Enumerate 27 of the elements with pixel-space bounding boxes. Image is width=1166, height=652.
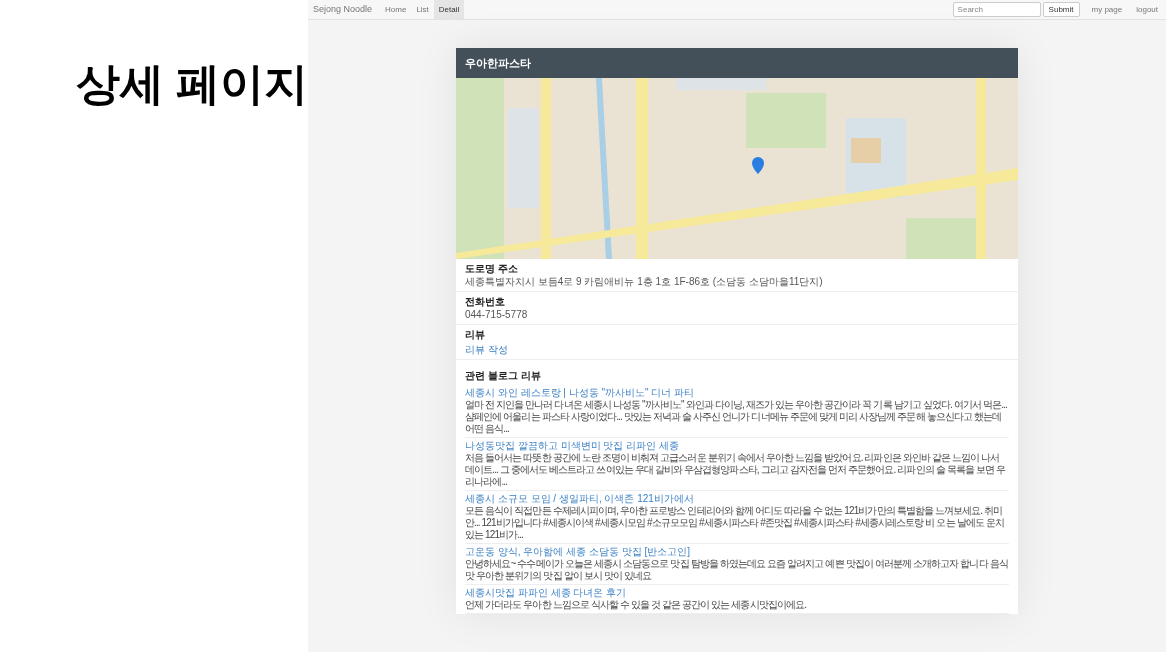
slide-title: 상세 페이지 — [76, 62, 308, 106]
brand-name[interactable]: Sejong Noodle — [313, 2, 373, 17]
submit-button[interactable]: Submit — [1042, 2, 1080, 17]
section-title: 리뷰 — [465, 328, 486, 341]
nav-link[interactable]: logout — [1136, 3, 1158, 16]
blog-review-summary: 모든 음식이 직접만든 수제레시피이며, 우아한 프로방스 인테리어와 함께 어디도 따라올 수 없는 121비가만의 특별함을 느껴보세요. 취미 안... 121비가입니다 #세종시이색 #세종시모임 #소규모모임 #세종시파스타 #존맛집 #세종시파스타 #세종시레스토랑 비 오는 날에도 운치있는 121비가... — [465, 505, 1005, 541]
blog-review-summary: 얼마 전 지인을 만나러 다녀온 세종시 나성동 "까사비노" 와인과 다이닝, 재즈가 있는 우아한 공간이라 꼭 기록 남기고 싶었다. 여기서 먹은... 샴페인에 어울리는 파스타 사랑이었다... 맛있는 저녁과 술 사주신 언니가 디너메뉴 주문에 맞게 미리 사장님께 주문해 놓으신다고 했는데 어떤 음식... — [465, 399, 1008, 435]
blog-review-link[interactable]: 고운동 양식, 우아함에 세종 소담동 맛집 [반소고인] — [465, 546, 1009, 558]
blog-review-summary: 안녕하세요~ 수수메이가 오늘은 세종시 소담동으로 맛집 탐방을 하였는데요 요즘 알려지고 예쁜 맛집이 여러분께 소개하고자 합니다 음식 맛 우아한 분위기의 맛집 알이 보시 맛이 있네요 — [465, 558, 1009, 582]
blog-review-link[interactable]: 세종시맛집 파파인 세종 다녀온 후기 — [465, 587, 1009, 599]
nav-link[interactable]: Home — [380, 0, 412, 19]
blog-review-link[interactable]: 나성동맛집 깔끔하고 미색변미 맛집 리파인 세종 — [465, 440, 1009, 452]
blog-review-link[interactable]: 세종시 와인 레스토랑 | 나성동 "까사비노" 디너 파티 — [465, 387, 1009, 399]
write-review-link[interactable]: 리뷰 작성 — [465, 344, 1009, 356]
nav-link[interactable]: List — [411, 0, 434, 19]
nav-link[interactable]: Detail — [433, 0, 465, 19]
restaurant-name: 우아한파스타 — [465, 55, 531, 71]
blog-review-summary: 언제 가더라도 우아한 느낌으로 식사할 수 있을 것 같은 공간이 있는 세종시맛집이에요. — [465, 599, 808, 611]
nav-link[interactable]: my page — [1091, 3, 1123, 16]
section-value: 세종특별자치시 보듬4로 9 카림애비뉴 1층 1호 1F-86호 (소담동 소담마을11단지) — [465, 276, 824, 288]
section-value: 044-715-5778 — [465, 309, 529, 321]
section-title: 전화번호 — [465, 295, 506, 308]
blog-review-summary: 처음 들어서는 따뜻한 공간에 노란 조명이 비춰져 고급스러운 분위기 속에서 우아한 느낌을 받았어요. 리파인은 와인바 같은 느낌이 나서 데이트... 그 중에서도 베스트라고 쓰여있는 우대 갈비와 우삼겹형양파스타, 그리고 감자전을 먼저 주문했어요. 리파인의 술 목록을 보면 우리나라에... — [465, 452, 1007, 488]
section-title: 도로명 주소 — [465, 262, 519, 275]
section-title: 관련 블로그 리뷰 — [465, 369, 542, 383]
search-field[interactable]: Search — [952, 2, 1041, 17]
blog-review-link[interactable]: 세종시 소규모 모임 / 생일파티, 이색존 121비가에서 — [465, 493, 1009, 505]
